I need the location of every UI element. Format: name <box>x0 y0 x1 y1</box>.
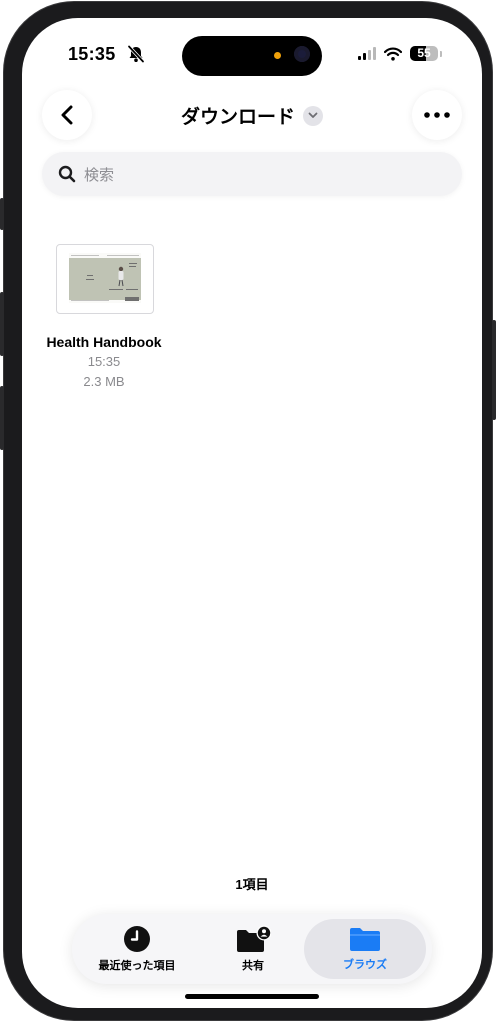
page-title: ダウンロード <box>180 107 295 128</box>
bell-slash-icon <box>127 45 145 63</box>
action-button <box>0 198 4 230</box>
battery-tip <box>440 50 442 57</box>
item-count: 1項目 <box>235 877 269 892</box>
file-time: 15:35 <box>87 354 121 369</box>
search-field[interactable]: 検索 <box>42 152 462 196</box>
pdf-thumbnail <box>69 253 141 303</box>
tab-recents[interactable]: 最近使った項目 <box>88 914 186 984</box>
signal-icon <box>358 47 376 60</box>
tab-shared-label: 共有 <box>242 960 264 972</box>
power-button <box>492 320 496 420</box>
file-name: Health Handbook <box>46 334 162 350</box>
clock-icon <box>124 926 150 952</box>
file-size: 2.3 MB <box>83 374 125 389</box>
tab-bar: 最近使った項目 共有 ブラウズ <box>72 914 432 984</box>
phone-frame: 15:35 55 ダウンロード 検索 Health Handbook 15:35… <box>0 2 496 1020</box>
status-time: 15:35 <box>68 44 116 64</box>
volume-down-button <box>0 386 4 450</box>
screen: 15:35 55 ダウンロード 検索 Health Handbook 15:35… <box>22 18 482 1008</box>
volume-up-button <box>0 292 4 356</box>
folder-icon <box>350 928 380 951</box>
battery-icon: 55 <box>410 46 438 61</box>
file-thumbnail <box>56 244 154 314</box>
shared-folder-icon <box>237 925 271 952</box>
camera-indicator-dot <box>274 52 281 59</box>
search-icon <box>58 165 76 183</box>
home-indicator[interactable] <box>185 994 319 999</box>
ellipsis-icon <box>424 112 450 118</box>
search-placeholder: 検索 <box>84 166 115 184</box>
more-button[interactable] <box>412 90 462 140</box>
battery-level: 55 <box>417 46 431 60</box>
tab-browse-label: ブラウズ <box>343 959 387 971</box>
wifi-icon <box>384 47 402 61</box>
tab-shared[interactable]: 共有 <box>204 914 302 984</box>
chevron-down-icon <box>303 105 323 126</box>
tab-browse[interactable]: ブラウズ <box>316 914 414 984</box>
status-right: 55 <box>358 46 442 61</box>
front-camera <box>294 46 310 62</box>
tab-recents-label: 最近使った項目 <box>98 960 176 972</box>
